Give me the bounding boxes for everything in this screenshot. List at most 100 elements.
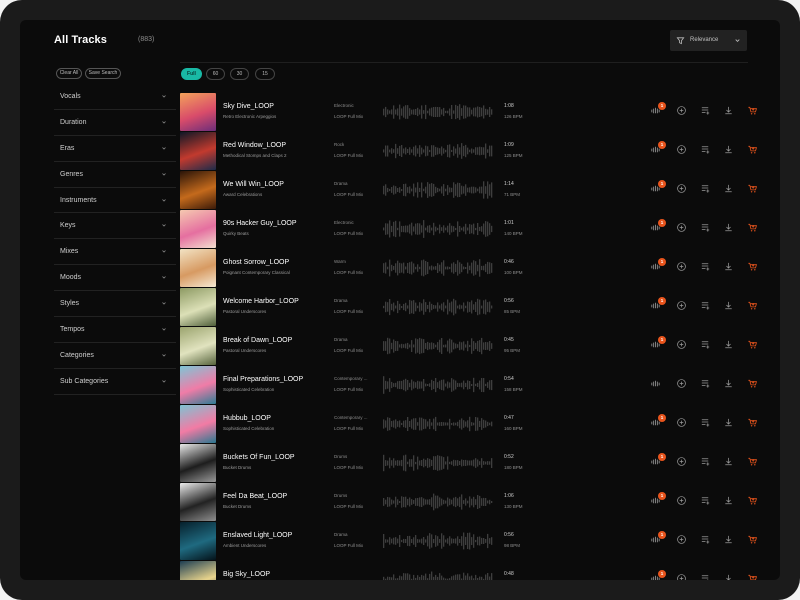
download-icon[interactable] [723, 378, 734, 389]
track-row[interactable]: Buckets Of Fun_LOOP Bucket Drums Drums LOOP… [180, 444, 760, 482]
add-circle-icon[interactable] [676, 144, 687, 155]
stems-icon[interactable] [650, 378, 661, 389]
track-row[interactable]: Enslaved Light_LOOP Ambient Underscores Dr… [180, 522, 760, 560]
waveform[interactable] [383, 529, 493, 553]
track-row[interactable]: Ghost Sorrow_LOOP Poignant Contemporary C… [180, 249, 760, 287]
filter-tempos[interactable]: Tempos [54, 317, 176, 343]
download-icon[interactable] [723, 222, 734, 233]
cart-icon[interactable] [747, 261, 758, 272]
download-icon[interactable] [723, 105, 734, 116]
waveform[interactable] [383, 568, 493, 580]
download-icon[interactable] [723, 417, 734, 428]
add-to-playlist-icon[interactable] [700, 300, 711, 311]
download-icon[interactable] [723, 534, 734, 545]
filter-keys[interactable]: Keys [54, 213, 176, 240]
add-circle-icon[interactable] [676, 495, 687, 506]
download-icon[interactable] [723, 261, 734, 272]
cart-icon[interactable] [747, 222, 758, 233]
filter-vocals[interactable]: Vocals [54, 84, 176, 110]
add-to-playlist-icon[interactable] [700, 261, 711, 272]
add-circle-icon[interactable] [676, 378, 687, 389]
album-art[interactable] [180, 444, 216, 482]
save-search-button[interactable]: Save Search [85, 68, 121, 79]
cart-icon[interactable] [747, 300, 758, 311]
track-row[interactable]: We Will Win_LOOP Award Celebrations Drama L… [180, 171, 760, 209]
clear-all-button[interactable]: Clear All [56, 68, 82, 79]
cart-icon[interactable] [747, 417, 758, 428]
track-row[interactable]: Feel Da Beat_LOOP Bucket Drums Drums LOOP F… [180, 483, 760, 521]
cart-icon[interactable] [747, 339, 758, 350]
waveform[interactable] [383, 295, 493, 319]
waveform[interactable] [383, 178, 493, 202]
download-icon[interactable] [723, 183, 734, 194]
add-to-playlist-icon[interactable] [700, 417, 711, 428]
album-art[interactable] [180, 327, 216, 365]
filter-mixes[interactable]: Mixes [54, 239, 176, 266]
waveform[interactable] [383, 217, 493, 241]
waveform[interactable] [383, 373, 493, 397]
add-to-playlist-icon[interactable] [700, 573, 711, 580]
download-icon[interactable] [723, 456, 734, 467]
cart-icon[interactable] [747, 144, 758, 155]
track-row[interactable]: Sky Dive_LOOP Retro Electronic Arpeggios E… [180, 93, 760, 131]
waveform[interactable] [383, 490, 493, 514]
add-to-playlist-icon[interactable] [700, 495, 711, 506]
tab-duration-60[interactable]: 60 [206, 68, 225, 80]
filter-duration[interactable]: Duration [54, 110, 176, 136]
cart-icon[interactable] [747, 495, 758, 506]
cart-icon[interactable] [747, 378, 758, 389]
cart-icon[interactable] [747, 183, 758, 194]
album-art[interactable] [180, 210, 216, 248]
add-to-playlist-icon[interactable] [700, 183, 711, 194]
add-to-playlist-icon[interactable] [700, 534, 711, 545]
filter-moods[interactable]: Moods [54, 265, 176, 292]
filter-instruments[interactable]: Instruments [54, 188, 176, 214]
download-icon[interactable] [723, 144, 734, 155]
download-icon[interactable] [723, 495, 734, 506]
waveform[interactable] [383, 451, 493, 475]
add-to-playlist-icon[interactable] [700, 378, 711, 389]
album-art[interactable] [180, 132, 216, 170]
tab-duration-15[interactable]: 15 [255, 68, 275, 80]
track-row[interactable]: Break of Dawn_LOOP Pastoral Underscores Dr… [180, 327, 760, 365]
cart-icon[interactable] [747, 573, 758, 580]
add-to-playlist-icon[interactable] [700, 222, 711, 233]
cart-icon[interactable] [747, 456, 758, 467]
album-art[interactable] [180, 288, 216, 326]
download-icon[interactable] [723, 300, 734, 311]
waveform[interactable] [383, 412, 493, 436]
add-to-playlist-icon[interactable] [700, 339, 711, 350]
add-circle-icon[interactable] [676, 222, 687, 233]
add-circle-icon[interactable] [676, 417, 687, 428]
waveform[interactable] [383, 139, 493, 163]
sort-dropdown[interactable]: Relevance [670, 30, 747, 51]
add-circle-icon[interactable] [676, 339, 687, 350]
add-to-playlist-icon[interactable] [700, 144, 711, 155]
filter-categories[interactable]: Categories [54, 343, 176, 369]
track-row[interactable]: 90s Hacker Guy_LOOP Quirky Beats Electroni… [180, 210, 760, 248]
download-icon[interactable] [723, 573, 734, 580]
album-art[interactable] [180, 561, 216, 580]
tab-duration-30[interactable]: 30 [230, 68, 249, 80]
album-art[interactable] [180, 405, 216, 443]
add-circle-icon[interactable] [676, 456, 687, 467]
track-row[interactable]: Big Sky_LOOPLOOP Full Mix0:481 [180, 561, 760, 580]
album-art[interactable] [180, 366, 216, 404]
add-circle-icon[interactable] [676, 183, 687, 194]
waveform[interactable] [383, 334, 493, 358]
download-icon[interactable] [723, 339, 734, 350]
add-to-playlist-icon[interactable] [700, 105, 711, 116]
track-row[interactable]: Final Preparations_LOOP Sophisticated Cel… [180, 366, 760, 404]
add-circle-icon[interactable] [676, 534, 687, 545]
album-art[interactable] [180, 483, 216, 521]
waveform[interactable] [383, 100, 493, 124]
album-art[interactable] [180, 171, 216, 209]
album-art[interactable] [180, 522, 216, 560]
add-to-playlist-icon[interactable] [700, 456, 711, 467]
track-row[interactable]: Red Window_LOOP Methodical Stomps and Cla… [180, 132, 760, 170]
add-circle-icon[interactable] [676, 261, 687, 272]
track-row[interactable]: Welcome Harbor_LOOP Pastoral Underscores D… [180, 288, 760, 326]
filter-genres[interactable]: Genres [54, 162, 176, 188]
add-circle-icon[interactable] [676, 105, 687, 116]
album-art[interactable] [180, 93, 216, 131]
